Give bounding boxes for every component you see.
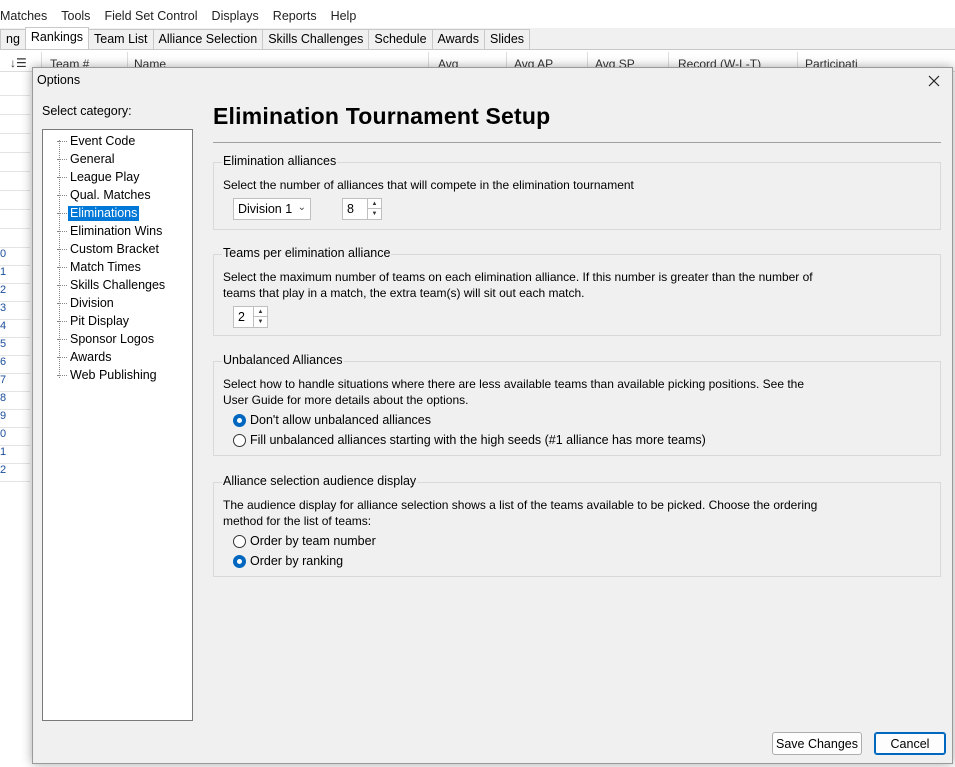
group-description: Select the maximum number of teams on ea… (223, 270, 813, 300)
table-row[interactable]: 1 (0, 446, 30, 464)
title-divider (213, 142, 941, 143)
category-skills-challenges[interactable]: Skills Challenges (57, 277, 167, 293)
alliance-count-stepper[interactable]: 8 ▲ ▼ (342, 198, 382, 220)
cancel-button[interactable]: Cancel (874, 732, 946, 755)
table-row[interactable]: 4 (0, 320, 30, 338)
tab-alliance-selection[interactable]: Alliance Selection (152, 29, 264, 49)
table-row[interactable]: 8 (0, 392, 30, 410)
stepper-up-icon[interactable]: ▲ (254, 307, 267, 317)
table-row[interactable]: 9 (0, 410, 30, 428)
group-description: Select how to handle situations where th… (223, 377, 805, 407)
category-league-play[interactable]: League Play (57, 169, 142, 185)
group-audience-display: Alliance selection audience display The … (213, 474, 941, 577)
save-changes-button[interactable]: Save Changes (772, 732, 862, 755)
category-division[interactable]: Division (57, 295, 116, 311)
table-row[interactable]: 7 (0, 374, 30, 392)
category-qual-matches[interactable]: Qual. Matches (57, 187, 153, 203)
category-elimination-wins[interactable]: Elimination Wins (57, 223, 164, 239)
category-label: Select category: (42, 104, 132, 118)
category-web-publishing[interactable]: Web Publishing (57, 367, 159, 383)
tab-skills-challenges[interactable]: Skills Challenges (262, 29, 370, 49)
menu-displays[interactable]: Displays (212, 9, 266, 23)
group-description: The audience display for alliance select… (223, 498, 818, 528)
radio-order-ranking[interactable]: Order by ranking (233, 554, 343, 568)
group-unbalanced-alliances: Unbalanced Alliances Select how to handl… (213, 353, 941, 456)
close-icon (928, 75, 940, 87)
options-dialog: Options Select category: Event Code Gene… (32, 67, 953, 764)
table-row[interactable]: 1 (0, 266, 30, 284)
table-row[interactable]: 6 (0, 356, 30, 374)
dialog-title: Options (37, 73, 81, 87)
category-pit-display[interactable]: Pit Display (57, 313, 131, 329)
radio-order-team-number[interactable]: Order by team number (233, 534, 376, 548)
group-title: Teams per elimination alliance (222, 246, 392, 260)
group-title: Alliance selection audience display (222, 474, 418, 488)
teams-count-stepper[interactable]: 2 ▲ ▼ (233, 306, 268, 328)
tab-partial[interactable]: ng (0, 29, 26, 49)
menu-matches[interactable]: Matches (0, 9, 54, 23)
menu-reports[interactable]: Reports (273, 9, 324, 23)
chevron-down-icon: ⌄ (297, 202, 306, 213)
category-eliminations[interactable]: Eliminations (57, 205, 140, 221)
group-description: Select the number of alliances that will… (223, 178, 634, 192)
menu-tools[interactable]: Tools (61, 9, 97, 23)
group-teams-per-alliance: Teams per elimination alliance Select th… (213, 246, 941, 336)
table-row[interactable]: 2 (0, 284, 30, 302)
group-elimination-alliances: Elimination alliances Select the number … (213, 154, 941, 230)
tab-team-list[interactable]: Team List (88, 29, 154, 49)
category-tree[interactable]: Event Code General League Play Qual. Mat… (42, 129, 193, 721)
table-row[interactable]: 5 (0, 338, 30, 356)
category-awards[interactable]: Awards (57, 349, 113, 365)
menu-field-set-control[interactable]: Field Set Control (104, 9, 204, 23)
stepper-up-icon[interactable]: ▲ (368, 199, 381, 209)
grid-row-stubs: 0 1 2 3 4 5 6 7 8 9 0 1 2 (0, 72, 30, 482)
radio-disallow-unbalanced[interactable]: Don't allow unbalanced alliances (233, 413, 431, 427)
group-title: Elimination alliances (222, 154, 338, 168)
table-row[interactable]: 0 (0, 248, 30, 266)
page-title: Elimination Tournament Setup (213, 103, 551, 129)
table-row[interactable]: 0 (0, 428, 30, 446)
category-event-code[interactable]: Event Code (57, 133, 137, 149)
tab-rankings[interactable]: Rankings (24, 27, 90, 49)
radio-fill-unbalanced[interactable]: Fill unbalanced alliances starting with … (233, 433, 706, 447)
stepper-down-icon[interactable]: ▼ (368, 209, 381, 219)
tab-awards[interactable]: Awards (431, 29, 485, 49)
category-general[interactable]: General (57, 151, 116, 167)
table-row[interactable]: 2 (0, 464, 30, 482)
menu-bar: Matches Tools Field Set Control Displays… (0, 5, 955, 27)
tab-slides[interactable]: Slides (483, 29, 531, 49)
stepper-down-icon[interactable]: ▼ (254, 317, 267, 327)
sort-icon[interactable]: ↓☰ (10, 56, 27, 70)
menu-help[interactable]: Help (331, 9, 364, 23)
table-row[interactable]: 3 (0, 302, 30, 320)
category-sponsor-logos[interactable]: Sponsor Logos (57, 331, 156, 347)
tab-schedule[interactable]: Schedule (368, 29, 433, 49)
group-title: Unbalanced Alliances (222, 353, 344, 367)
category-match-times[interactable]: Match Times (57, 259, 143, 275)
category-custom-bracket[interactable]: Custom Bracket (57, 241, 161, 257)
division-select[interactable]: Division 1 ⌄ (233, 198, 311, 220)
main-tab-bar: ng Rankings Team List Alliance Selection… (0, 27, 955, 50)
close-button[interactable] (924, 71, 944, 91)
